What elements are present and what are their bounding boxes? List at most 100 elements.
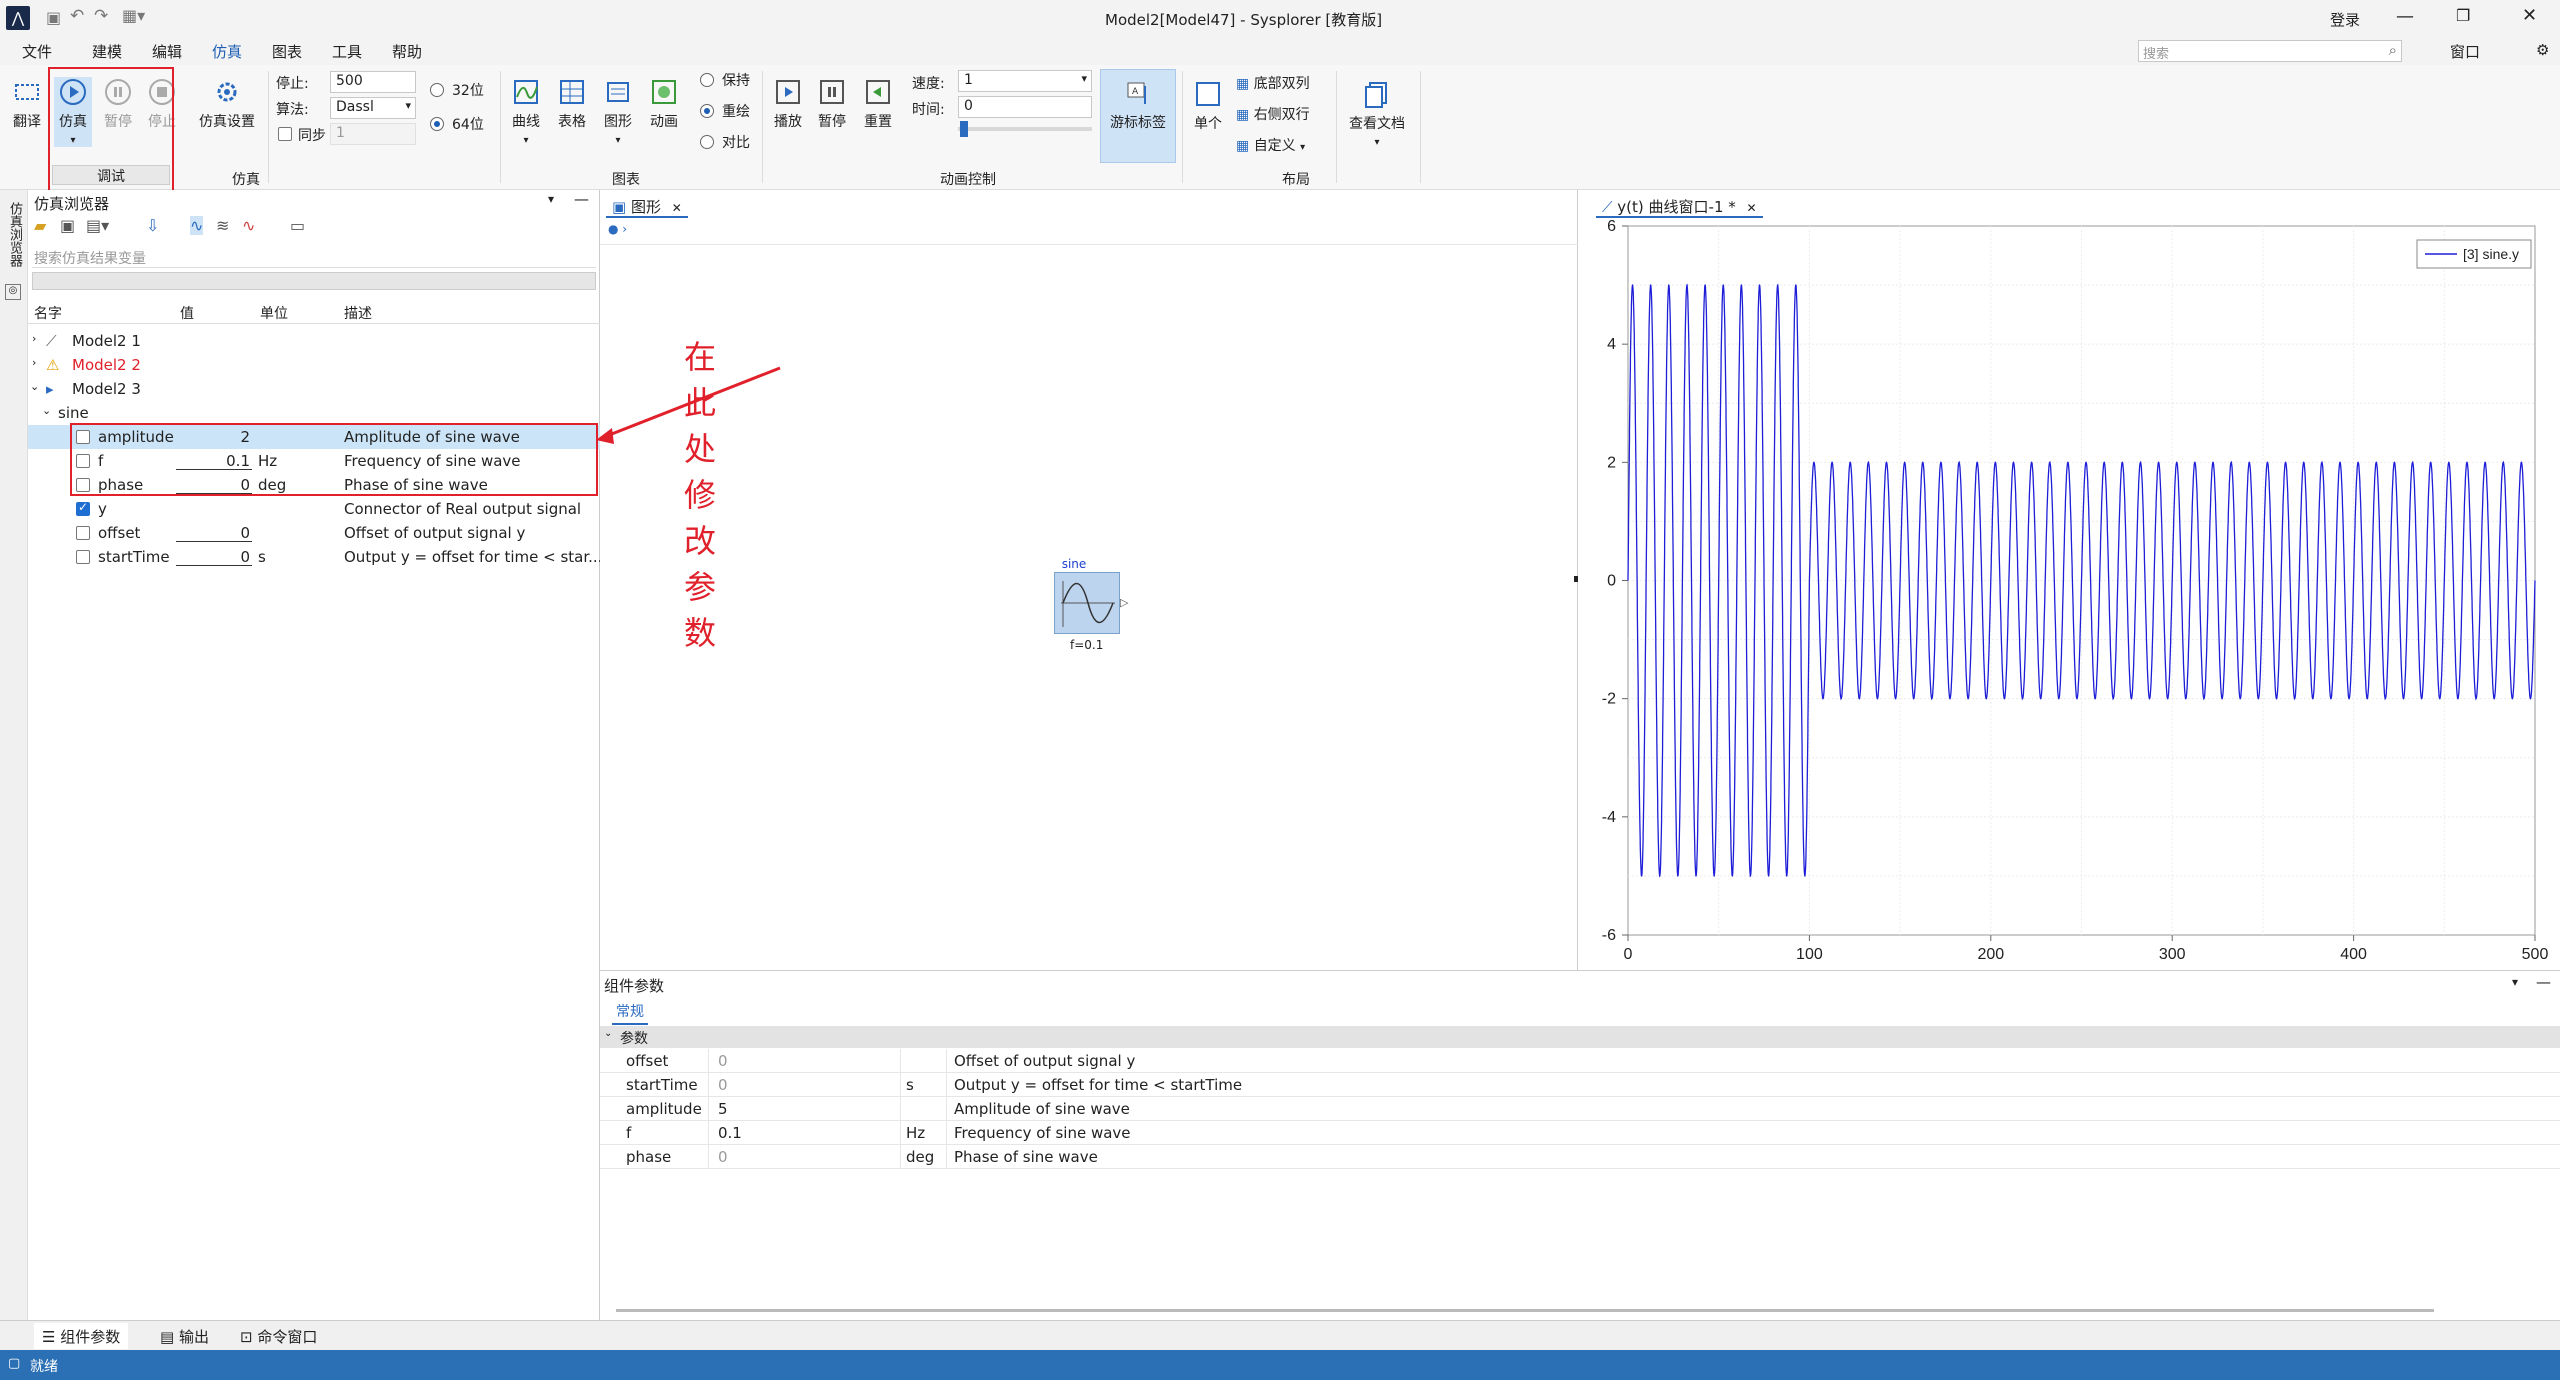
- menu-model[interactable]: 建模: [92, 41, 122, 62]
- tree-model-1[interactable]: › ⟋ Model2 1: [28, 329, 600, 353]
- play-button[interactable]: 播放: [768, 77, 808, 131]
- figure-button[interactable]: 图形 ▾: [598, 77, 638, 147]
- close-icon[interactable]: ✕: [2522, 5, 2537, 26]
- anim-pause-button[interactable]: 暂停: [812, 77, 852, 131]
- menu-edit[interactable]: 编辑: [152, 41, 182, 62]
- time-input[interactable]: 0: [958, 96, 1092, 118]
- window-menu[interactable]: 窗口: [2450, 41, 2480, 62]
- tree-model-2[interactable]: › ⚠ Model2 2: [28, 353, 600, 377]
- save-icon[interactable]: ▣: [46, 8, 61, 27]
- chevron-down-icon[interactable]: ⌄: [30, 380, 39, 393]
- tree-component-sine[interactable]: ⌄ sine: [28, 401, 600, 425]
- param-value[interactable]: 0: [718, 1076, 728, 1094]
- diagram-tab[interactable]: ▣ 图形 ✕: [606, 194, 688, 218]
- side-tab-icon[interactable]: ◎: [5, 284, 21, 300]
- reset-button[interactable]: 重置: [858, 77, 898, 131]
- param-row[interactable]: amplitude 5 Amplitude of sine wave: [600, 1097, 2560, 1121]
- custom-layout-button[interactable]: ▦ 自定义 ▾: [1236, 135, 1305, 155]
- var-value[interactable]: 0: [178, 548, 250, 566]
- param-row[interactable]: f 0.1 Hz Frequency of sine wave: [600, 1121, 2560, 1145]
- param-value[interactable]: 5: [718, 1100, 728, 1118]
- var-checkbox[interactable]: [76, 550, 90, 564]
- export-icon[interactable]: ▤▾: [86, 216, 109, 235]
- close-icon[interactable]: ✕: [1747, 201, 1757, 215]
- param-value[interactable]: 0: [718, 1148, 728, 1166]
- var-row-starttime[interactable]: startTime 0 s Output y = offset for time…: [28, 545, 602, 569]
- filter-b-icon[interactable]: ≋: [216, 216, 229, 235]
- table-button[interactable]: 表格: [552, 77, 592, 131]
- time-slider[interactable]: [958, 127, 1092, 131]
- single-layout-button[interactable]: 单个: [1188, 79, 1228, 133]
- result-search-input[interactable]: 搜索仿真结果变量: [32, 246, 596, 268]
- menu-file[interactable]: 文件: [22, 41, 52, 62]
- bit64-radio[interactable]: [430, 117, 444, 131]
- var-value[interactable]: 0: [178, 524, 250, 542]
- horizontal-scrollbar[interactable]: [616, 1309, 2434, 1312]
- param-value[interactable]: 0: [718, 1052, 728, 1070]
- panel-minimize-icon[interactable]: —: [2536, 973, 2551, 991]
- sine-block[interactable]: [1054, 572, 1120, 634]
- sort-icon[interactable]: ⇩: [146, 216, 159, 235]
- side-tab-sim-browser[interactable]: 仿真浏览器: [4, 202, 22, 267]
- param-value[interactable]: 0.1: [718, 1124, 742, 1142]
- splitter-handle[interactable]: [1574, 576, 1578, 582]
- cursor-label-button[interactable]: A 游标标签: [1100, 69, 1176, 163]
- minimize-icon[interactable]: —: [2396, 6, 2414, 27]
- sine-output-port-icon[interactable]: ▷: [1120, 596, 1128, 609]
- param-row[interactable]: startTime 0 s Output y = offset for time < …: [600, 1073, 2560, 1097]
- search-box[interactable]: 搜索 ⌕: [2138, 40, 2402, 62]
- redo-icon[interactable]: ↷: [94, 6, 108, 26]
- params-tab-general[interactable]: 常规: [612, 1001, 648, 1025]
- chevron-down-icon[interactable]: ⌄: [42, 404, 51, 417]
- chevron-right-icon[interactable]: ›: [32, 332, 36, 345]
- stop-time-input[interactable]: 500: [330, 71, 416, 93]
- var-row-y[interactable]: y Connector of Real output signal: [28, 497, 600, 521]
- animation-button[interactable]: 动画: [644, 77, 684, 131]
- panel-minimize-icon[interactable]: —: [574, 190, 589, 208]
- quick-access-icon[interactable]: ▦▾: [122, 6, 145, 25]
- menu-tools[interactable]: 工具: [332, 41, 362, 62]
- algo-select[interactable]: Dassl ▾: [330, 97, 416, 119]
- close-icon[interactable]: ✕: [672, 201, 682, 215]
- header-unit[interactable]: 单位: [260, 303, 288, 323]
- filter-a-icon[interactable]: ∿: [190, 216, 204, 235]
- compare-radio[interactable]: [700, 135, 714, 149]
- header-name[interactable]: 名字: [34, 303, 62, 323]
- chevron-right-icon[interactable]: ›: [32, 356, 36, 369]
- tree-model-3[interactable]: ⌄ ▸ Model2 3: [28, 377, 600, 401]
- bit32-radio[interactable]: [430, 83, 444, 97]
- menu-chart[interactable]: 图表: [272, 41, 302, 62]
- sim-settings-button[interactable]: 仿真设置: [192, 77, 262, 131]
- open-folder-icon[interactable]: ▰: [34, 216, 46, 235]
- right-double-button[interactable]: ▦ 右侧双行: [1236, 104, 1310, 124]
- login-link[interactable]: 登录: [2330, 9, 2360, 30]
- speed-select[interactable]: 1 ▾: [958, 70, 1092, 92]
- restore-icon[interactable]: ❐: [2456, 6, 2470, 25]
- bottom-tab-params[interactable]: ☰ 组件参数: [34, 1323, 129, 1349]
- save-icon[interactable]: ▣: [60, 216, 75, 235]
- search-input[interactable]: 搜索: [2143, 43, 2169, 62]
- undo-icon[interactable]: ↶: [70, 6, 84, 26]
- redraw-radio[interactable]: [700, 104, 714, 118]
- sync-input[interactable]: 1: [330, 123, 416, 145]
- diagram-nav[interactable]: ● ›: [608, 222, 627, 236]
- line-chart[interactable]: 0 100 200 300 400 500 6 4 2 0 -2 -4 -6 [3] sine.y: [1580, 220, 2560, 970]
- filter-c-icon[interactable]: ∿: [242, 216, 255, 235]
- menu-simulation[interactable]: 仿真: [212, 41, 242, 62]
- keep-radio[interactable]: [700, 73, 714, 87]
- var-row-offset[interactable]: offset 0 Offset of output signal y: [28, 521, 600, 545]
- header-value[interactable]: 值: [180, 303, 194, 323]
- curve-button[interactable]: 曲线 ▾: [506, 77, 546, 147]
- time-slider-handle[interactable]: [960, 121, 968, 137]
- param-row[interactable]: offset 0 Offset of output signal y: [600, 1049, 2560, 1073]
- translate-button[interactable]: 翻译: [10, 77, 44, 131]
- collapse-icon[interactable]: ▭: [290, 216, 305, 235]
- sync-checkbox[interactable]: [278, 127, 292, 141]
- params-group-header[interactable]: ⌄ 参数: [600, 1026, 2560, 1048]
- view-docs-button[interactable]: 查看文档 ▾: [1342, 79, 1412, 149]
- var-checkbox[interactable]: [76, 500, 90, 516]
- header-desc[interactable]: 描述: [344, 303, 372, 323]
- bottom-tab-output[interactable]: ▤ 输出: [152, 1323, 217, 1349]
- menu-help[interactable]: 帮助: [392, 41, 422, 62]
- panel-menu-icon[interactable]: ▾: [548, 192, 554, 206]
